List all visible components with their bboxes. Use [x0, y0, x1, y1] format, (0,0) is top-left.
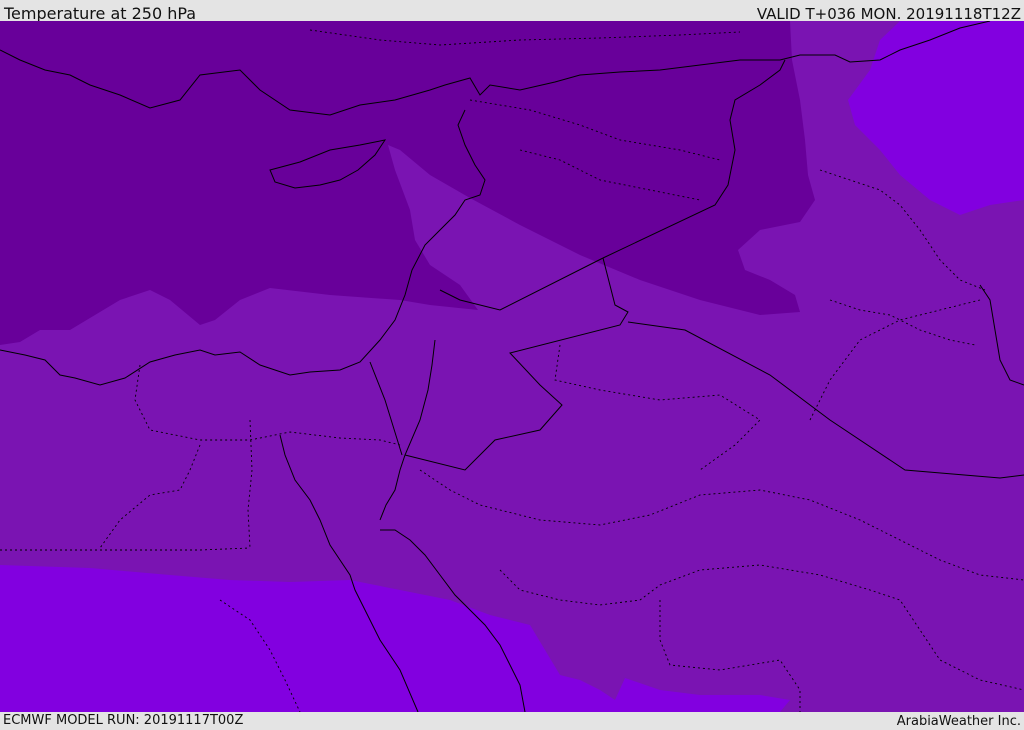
- header-bar: Temperature at 250 hPa VALID T+036 MON. …: [0, 0, 1024, 23]
- footer-bar: ECMWF MODEL RUN: 20191117T00Z ArabiaWeat…: [0, 712, 1024, 729]
- temperature-map: [0, 21, 1024, 712]
- credit-label: ArabiaWeather Inc.: [896, 714, 1021, 729]
- model-run-label: ECMWF MODEL RUN: 20191117T00Z: [3, 713, 244, 728]
